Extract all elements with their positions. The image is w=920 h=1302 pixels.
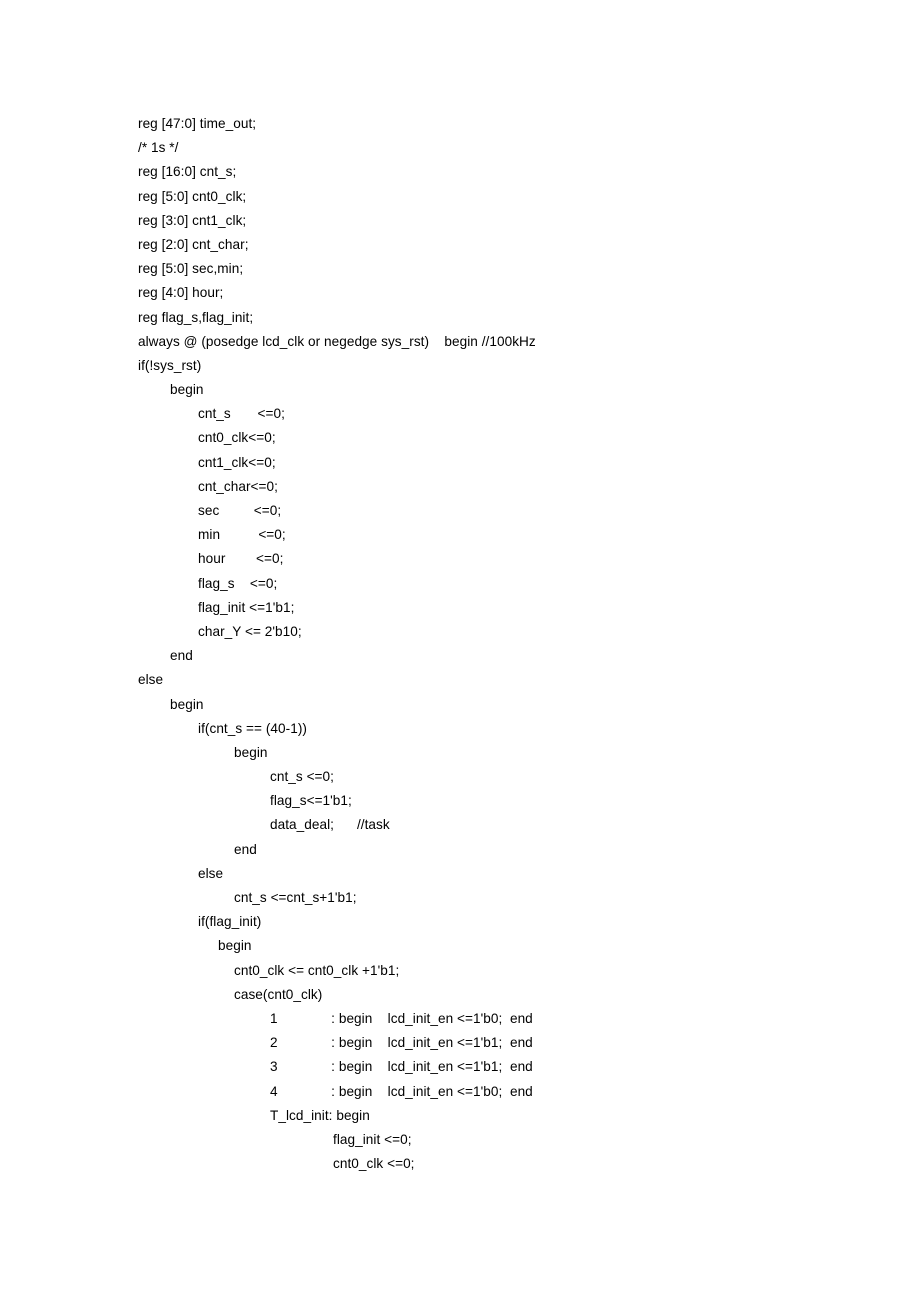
code-line: flag_s<=1'b1; bbox=[270, 793, 352, 809]
code-line: cnt_char<=0; bbox=[198, 478, 278, 494]
code-line: reg [2:0] cnt_char; bbox=[138, 236, 249, 252]
code-line: min <=0; bbox=[198, 527, 286, 543]
code-line: reg [5:0] sec,min; bbox=[138, 261, 244, 277]
code-line: 3 : begin lcd_init_en <=1'b1; end bbox=[270, 1059, 533, 1075]
code-line: flag_init <=1'b1; bbox=[198, 599, 295, 615]
code-line: reg flag_s,flag_init; bbox=[138, 309, 254, 325]
code-line: /* 1s */ bbox=[138, 140, 179, 156]
code-line: reg [16:0] cnt_s; bbox=[138, 164, 237, 180]
code-line: 4 : begin lcd_init_en <=1'b0; end bbox=[270, 1083, 533, 1099]
code-line: T_lcd_init: begin bbox=[270, 1107, 370, 1123]
code-line: always @ (posedge lcd_clk or negedge sys… bbox=[138, 333, 536, 349]
code-line: cnt0_clk <=0; bbox=[333, 1156, 415, 1172]
code-line: if(cnt_s == (40-1)) bbox=[198, 720, 307, 736]
code-line: cnt0_clk<=0; bbox=[198, 430, 276, 446]
code-line: begin bbox=[218, 938, 252, 954]
code-line: end bbox=[234, 841, 257, 857]
code-line: cnt_s <=0; bbox=[270, 769, 334, 785]
code-line: begin bbox=[170, 382, 204, 398]
code-line: cnt0_clk <= cnt0_clk +1'b1; bbox=[234, 962, 400, 978]
code-line: else bbox=[138, 672, 164, 688]
code-line: char_Y <= 2'b10; bbox=[198, 623, 302, 639]
code-line: data_deal; //task bbox=[270, 817, 390, 833]
code-line: cnt1_clk<=0; bbox=[198, 454, 276, 470]
code-line: 1 : begin lcd_init_en <=1'b0; end bbox=[270, 1010, 533, 1026]
code-line: 2 : begin lcd_init_en <=1'b1; end bbox=[270, 1035, 533, 1051]
code-line: else bbox=[198, 865, 224, 881]
code-line: cnt_s <=cnt_s+1'b1; bbox=[234, 890, 357, 905]
code-line: reg [4:0] hour; bbox=[138, 285, 224, 301]
code-listing: reg [47:0] time_out; /* 1s */ reg [16:0] c… bbox=[138, 112, 898, 1176]
code-line: begin bbox=[170, 696, 204, 712]
code-line: hour <=0; bbox=[198, 551, 284, 567]
code-line: reg [47:0] time_out; bbox=[138, 116, 257, 131]
document-page: reg [47:0] time_out; /* 1s */ reg [16:0] c… bbox=[0, 0, 920, 1302]
code-line: if(!sys_rst) bbox=[138, 357, 202, 373]
code-line: case(cnt0_clk) bbox=[234, 986, 323, 1002]
code-line: if(flag_init) bbox=[198, 914, 262, 930]
code-line: flag_s <=0; bbox=[198, 575, 278, 591]
code-line: reg [3:0] cnt1_clk; bbox=[138, 212, 247, 228]
code-line: cnt_s <=0; bbox=[198, 406, 285, 422]
code-line: end bbox=[170, 648, 193, 664]
code-line: reg [5:0] cnt0_clk; bbox=[138, 188, 247, 204]
code-line: sec <=0; bbox=[198, 503, 282, 518]
code-line: flag_init <=0; bbox=[333, 1131, 412, 1147]
code-line: begin bbox=[234, 744, 268, 760]
